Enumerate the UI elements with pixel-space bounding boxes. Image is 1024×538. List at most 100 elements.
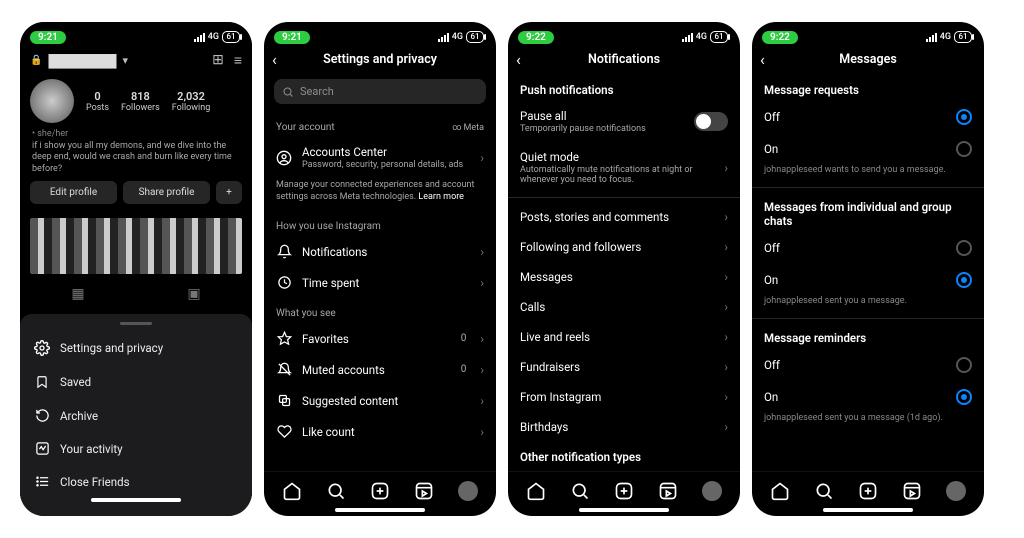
section-reminders: Message reminders: [752, 323, 984, 349]
nav-reels-icon[interactable]: [413, 480, 435, 502]
following-stat[interactable]: 2,032Following: [172, 90, 211, 113]
activity-icon: [34, 441, 50, 456]
section-chats: Messages from individual and group chats: [752, 192, 984, 232]
followers-stat[interactable]: 818Followers: [121, 90, 160, 113]
list-icon: [34, 474, 50, 489]
nav-reels-icon[interactable]: [657, 480, 679, 502]
search-input[interactable]: Search: [274, 79, 486, 104]
row-muted[interactable]: Muted accounts0›: [264, 354, 496, 385]
row-from-instagram[interactable]: From Instagram›: [508, 382, 740, 412]
chevron-right-icon: ›: [724, 390, 728, 404]
pause-toggle[interactable]: [694, 112, 728, 131]
radio-chats-on[interactable]: On: [752, 264, 984, 296]
row-pause-all[interactable]: Pause allTemporarily pause notifications: [508, 101, 740, 142]
nav-create-icon[interactable]: [857, 480, 879, 502]
radio-requests-off[interactable]: Off: [752, 101, 984, 133]
username[interactable]: ████████: [48, 54, 116, 68]
menu-activity[interactable]: Your activity: [20, 432, 252, 465]
row-notifications[interactable]: Notifications›: [264, 236, 496, 267]
create-icon[interactable]: ⊞: [212, 52, 224, 69]
row-fundraisers[interactable]: Fundraisers›: [508, 352, 740, 382]
accounts-note: Manage your connected experiences and ac…: [264, 178, 496, 211]
share-profile-button[interactable]: Share profile: [123, 181, 210, 204]
row-like-count[interactable]: Like count›: [264, 416, 496, 447]
nav-home-icon[interactable]: [769, 480, 791, 502]
avatar[interactable]: [30, 79, 74, 123]
story-highlights[interactable]: [30, 218, 242, 274]
nav-search-icon[interactable]: [813, 480, 835, 502]
menu-settings[interactable]: Settings and privacy: [20, 331, 252, 365]
user-circle-icon: [276, 150, 292, 166]
sheet-grabber[interactable]: [120, 322, 152, 325]
learn-more-link[interactable]: Learn more: [418, 192, 464, 202]
home-indicator: [579, 508, 669, 512]
menu-close-friends[interactable]: Close Friends: [20, 465, 252, 498]
nav-profile-icon[interactable]: [457, 480, 479, 502]
row-suggested[interactable]: Suggested content›: [264, 385, 496, 416]
radio-icon: [956, 272, 972, 288]
pronouns: • she/her: [20, 129, 252, 139]
row-following[interactable]: Following and followers›: [508, 232, 740, 262]
nav-reels-icon[interactable]: [901, 480, 923, 502]
lock-icon: 🔒: [30, 55, 42, 66]
signal-icon: [438, 33, 449, 42]
nav-home-icon[interactable]: [281, 480, 303, 502]
radio-icon: [956, 141, 972, 157]
menu-saved[interactable]: Saved: [20, 365, 252, 399]
chevron-right-icon: ›: [480, 276, 484, 290]
bell-icon: [276, 244, 292, 259]
time-pill: 9:22: [762, 31, 798, 44]
section-how-you-use: How you use Instagram: [264, 211, 496, 236]
nav-home-icon[interactable]: [525, 480, 547, 502]
back-icon[interactable]: ‹: [516, 50, 521, 69]
nav-search-icon[interactable]: [325, 480, 347, 502]
nav-create-icon[interactable]: [613, 480, 635, 502]
row-quiet-mode[interactable]: Quiet modeAutomatically mute notificatio…: [508, 142, 740, 193]
header: ‹ Notifications: [508, 48, 740, 75]
radio-requests-on[interactable]: On: [752, 133, 984, 165]
menu-icon[interactable]: ≡: [234, 52, 242, 69]
nav-create-icon[interactable]: [369, 480, 391, 502]
add-friend-button[interactable]: +: [216, 181, 242, 204]
row-favorites[interactable]: Favorites0›: [264, 323, 496, 354]
tagged-tab-icon[interactable]: ▣: [187, 286, 200, 302]
back-icon[interactable]: ‹: [272, 50, 277, 69]
chevron-right-icon: ›: [480, 245, 484, 259]
network-label: 4G: [940, 32, 951, 42]
network-label: 4G: [208, 32, 219, 42]
grid-tab-icon[interactable]: ▦: [71, 286, 84, 302]
nav-profile-icon[interactable]: [945, 480, 967, 502]
reminders-example: johnappleseed sent you a message (1d ago…: [752, 413, 984, 431]
row-birthdays[interactable]: Birthdays›: [508, 412, 740, 442]
radio-icon: [956, 357, 972, 373]
nav-search-icon[interactable]: [569, 480, 591, 502]
menu-sheet: Settings and privacy Saved Archive Your …: [20, 314, 252, 516]
status-bar: 9:21 4G 61: [20, 22, 252, 48]
status-right: 4G 61: [682, 31, 728, 43]
network-label: 4G: [696, 32, 707, 42]
edit-profile-button[interactable]: Edit profile: [30, 181, 117, 204]
row-time-spent[interactable]: Time spent›: [264, 267, 496, 298]
battery-icon: 61: [222, 31, 240, 43]
nav-profile-icon[interactable]: [701, 480, 723, 502]
row-live-reels[interactable]: Live and reels›: [508, 322, 740, 352]
posts-stat[interactable]: 0Posts: [86, 90, 109, 113]
chevron-right-icon: ›: [724, 300, 728, 314]
back-icon[interactable]: ‹: [760, 50, 765, 69]
radio-reminders-on[interactable]: On: [752, 381, 984, 413]
chevron-right-icon: ›: [724, 210, 728, 224]
bookmark-icon: [34, 374, 50, 390]
radio-chats-off[interactable]: Off: [752, 232, 984, 264]
radio-icon: [956, 240, 972, 256]
profile-tabs: ▦ ▣: [20, 282, 252, 306]
row-messages[interactable]: Messages›: [508, 262, 740, 292]
status-right: 4G 61: [194, 31, 240, 43]
chevron-down-icon[interactable]: ▾: [122, 54, 128, 67]
row-posts-stories[interactable]: Posts, stories and comments›: [508, 202, 740, 232]
chevron-right-icon: ›: [480, 394, 484, 408]
home-indicator: [823, 508, 913, 512]
row-accounts-center[interactable]: Accounts Center Password, security, pers…: [264, 137, 496, 178]
radio-reminders-off[interactable]: Off: [752, 349, 984, 381]
row-calls[interactable]: Calls›: [508, 292, 740, 322]
menu-archive[interactable]: Archive: [20, 399, 252, 432]
